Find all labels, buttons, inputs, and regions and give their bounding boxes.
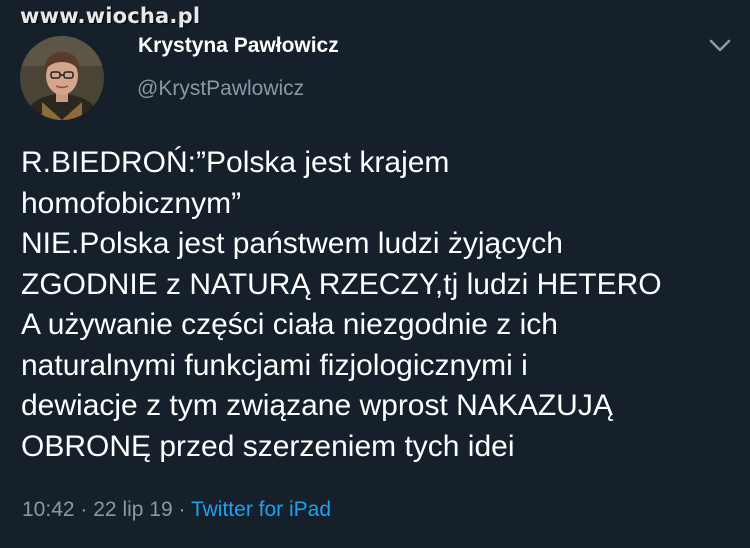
tweet-text: R.BIEDROŃ:”Polska jest krajem homofobicz… <box>21 143 741 467</box>
tweet-line: R.BIEDROŃ:”Polska jest krajem <box>21 146 450 179</box>
watermark: www.wiocha.pl <box>20 4 201 28</box>
tweet-meta: 10:42 · 22 lip 19 · Twitter for iPad <box>22 498 331 522</box>
tweet-line: A używanie części ciała niezgodnie z ich <box>21 308 558 341</box>
author-name[interactable]: Krystyna Pawłowicz <box>138 34 339 58</box>
tweet-line: ZGODNIE z NATURĄ RZECZY,tj ludzi HETERO <box>21 267 662 301</box>
tweet-line: dewiacje z tym związane wprost NAKAZUJĄ <box>21 389 613 422</box>
tweet-source-link[interactable]: Twitter for iPad <box>191 498 331 521</box>
tweet-date[interactable]: 22 lip 19 <box>93 498 172 521</box>
author-handle[interactable]: @KrystPawlowicz <box>137 77 304 101</box>
meta-separator: · <box>80 498 88 521</box>
chevron-down-icon[interactable] <box>706 34 734 56</box>
tweet-line: homofobicznym” <box>21 186 242 220</box>
tweet-time[interactable]: 10:42 <box>22 498 75 521</box>
tweet-line: OBRONĘ przed szerzeniem tych idei <box>21 429 515 463</box>
tweet-line: NIE.Polska jest państwem ludzi żyjących <box>21 227 563 260</box>
avatar[interactable] <box>20 36 104 120</box>
meta-separator: · <box>178 498 186 521</box>
tweet-line: naturalnymi funkcjami fizjologicznymi i <box>21 348 528 382</box>
